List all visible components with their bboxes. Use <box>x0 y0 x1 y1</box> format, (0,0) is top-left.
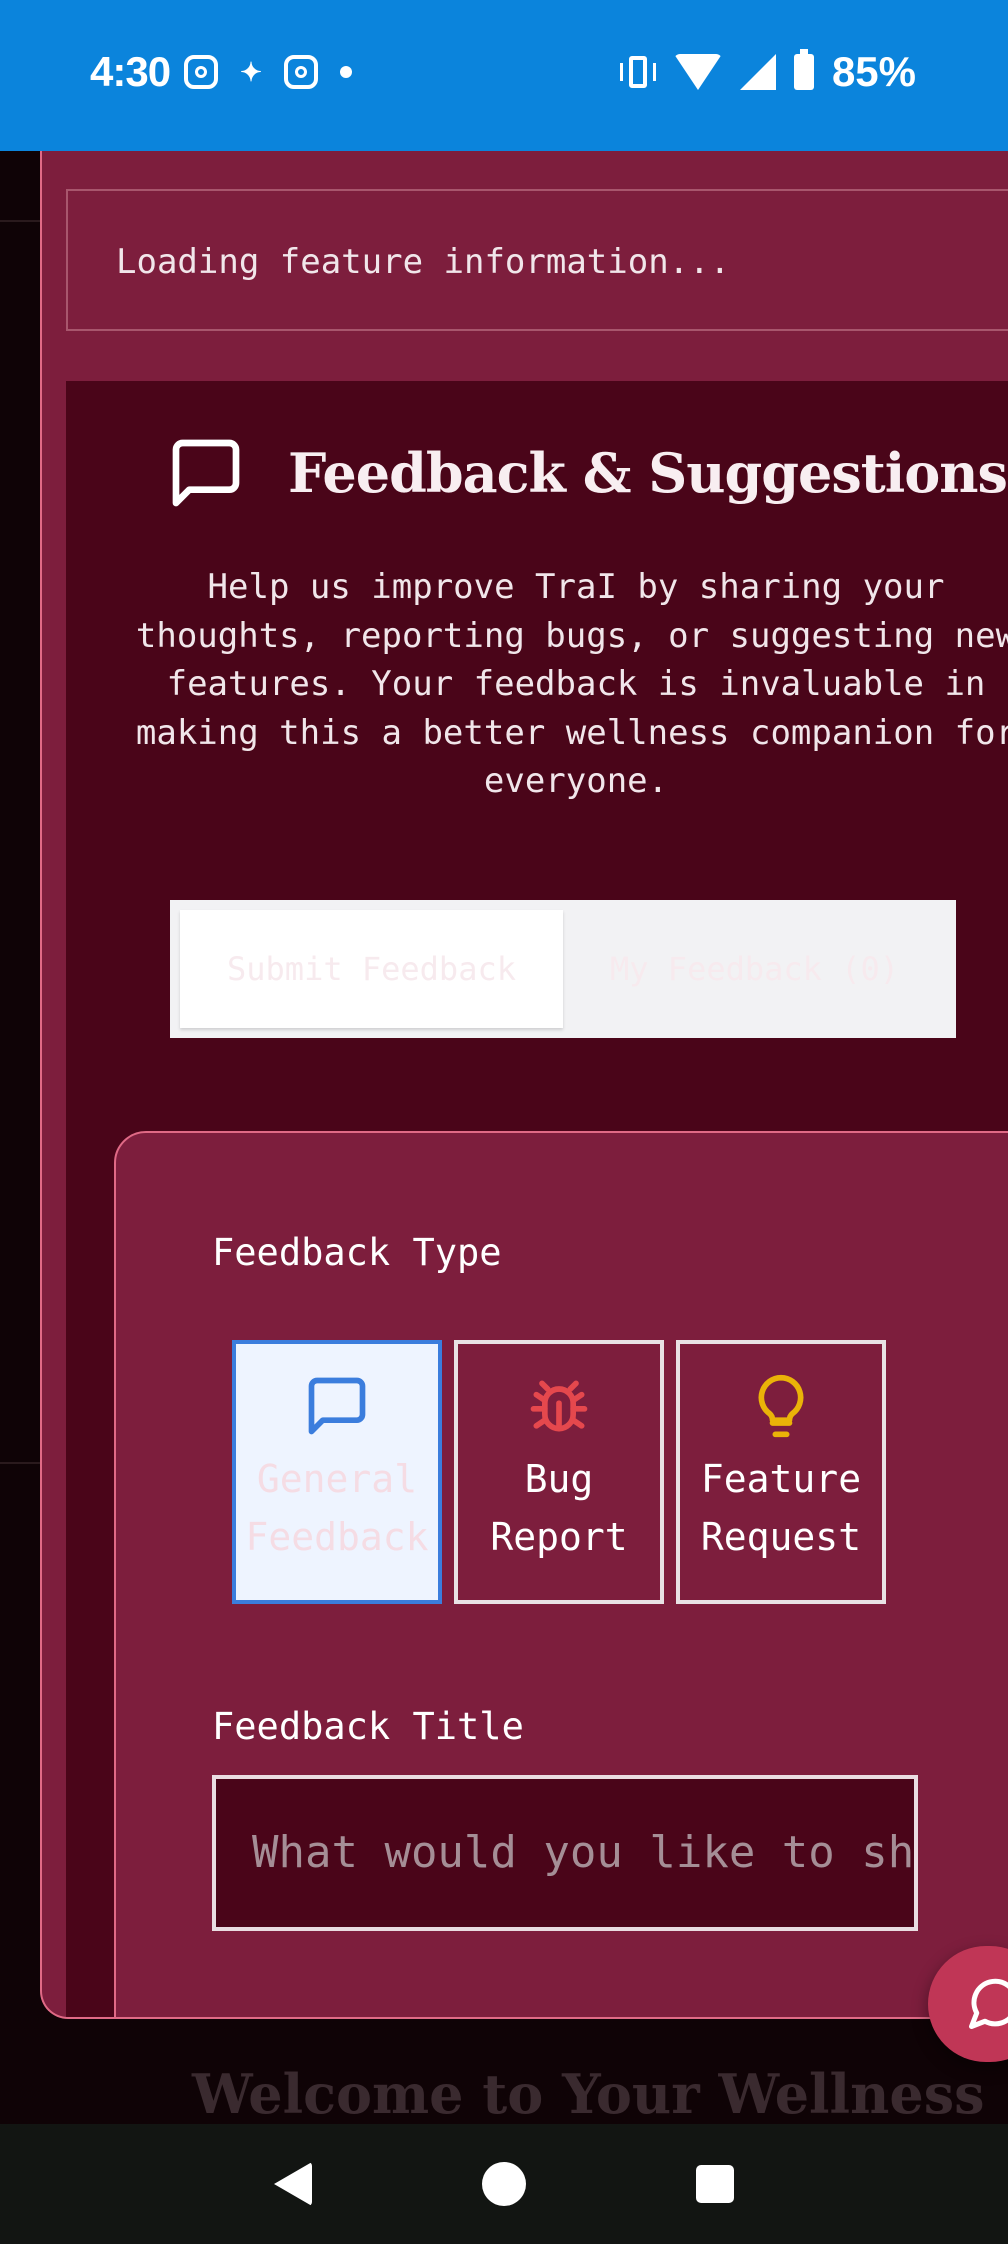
feature-request-button[interactable]: Feature Request <box>676 1340 886 1604</box>
feature-card: Loading feature information... Feedback … <box>40 151 1008 2019</box>
wifi-icon <box>673 54 722 90</box>
feedback-title-input[interactable]: What would you like to share? <box>212 1775 918 1931</box>
status-bar: 4:30 ✦ 85% <box>0 0 1008 151</box>
feedback-type-label: Feature Request <box>700 1457 862 1559</box>
feedback-form: Feedback Type General Feedback Bug Repor… <box>114 1131 1008 2017</box>
feedback-type-options: General Feedback Bug Report Feature Requ… <box>232 1340 886 1604</box>
background-divider <box>0 220 40 222</box>
home-icon[interactable] <box>482 2162 526 2206</box>
more-notifications-dot-icon <box>339 66 352 78</box>
feedback-description: Help us improve TraI by sharing your tho… <box>135 567 1008 801</box>
loading-feature-info: Loading feature information... <box>66 189 1008 331</box>
welcome-heading: Welcome to Your Wellness <box>192 2062 985 2126</box>
page-title: Feedback & Suggestions <box>288 441 1008 505</box>
lightbulb-icon <box>758 1374 804 1438</box>
feedback-type-label: General Feedback <box>245 1457 429 1559</box>
message-square-icon <box>308 1377 366 1435</box>
android-nav-bar <box>0 2124 1008 2244</box>
instagram-notification-icon <box>283 55 318 89</box>
tab-my-feedback[interactable]: My Feedback (0) <box>563 910 946 1028</box>
feedback-type-label: Feedback Type <box>212 1231 502 1274</box>
feedback-tabs: Submit Feedback My Feedback (0) <box>170 900 956 1038</box>
message-square-icon <box>172 439 240 507</box>
recent-apps-icon[interactable] <box>696 2165 734 2203</box>
cell-signal-icon <box>739 54 776 90</box>
tab-submit-feedback[interactable]: Submit Feedback <box>180 910 563 1028</box>
sparkle-notification-icon: ✦ <box>240 56 262 87</box>
chat-icon <box>969 1978 1008 2029</box>
feedback-header: Feedback & Suggestions <box>166 433 1008 513</box>
status-time: 4:30 <box>90 48 171 95</box>
bug-icon <box>530 1380 588 1432</box>
battery-icon <box>793 49 814 90</box>
feedback-panel: Feedback & Suggestions Help us improve T… <box>66 381 1008 2017</box>
bug-report-button[interactable]: Bug Report <box>454 1340 664 1604</box>
instagram-notification-icon <box>184 55 219 89</box>
background-divider <box>0 1462 40 1464</box>
vibrate-icon <box>619 54 656 90</box>
battery-percent: 85% <box>831 48 916 95</box>
feedback-type-label: Bug Report <box>490 1457 628 1559</box>
back-icon[interactable] <box>274 2162 312 2206</box>
general-feedback-button[interactable]: General Feedback <box>232 1340 442 1604</box>
feedback-title-label: Feedback Title <box>212 1705 524 1748</box>
